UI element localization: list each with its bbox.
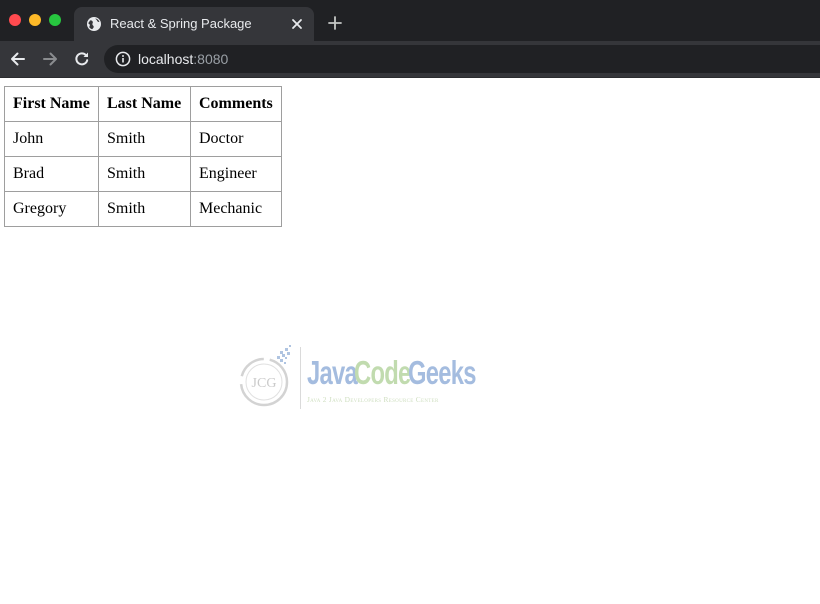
table-row: Gregory Smith Mechanic: [4, 191, 282, 227]
plus-icon[interactable]: [327, 15, 343, 31]
cell-comments: Doctor: [190, 121, 282, 157]
arrow-left-icon[interactable]: [9, 50, 27, 68]
cell-comments: Engineer: [190, 156, 282, 192]
logo-word-java: Java: [307, 354, 358, 391]
logo-word-geeks: Geeks: [408, 354, 476, 391]
url-text[interactable]: localhost:8080: [138, 51, 228, 67]
jcg-monogram-text: JCG: [252, 376, 277, 391]
cell-first-name: Brad: [4, 156, 99, 192]
cell-last-name: Smith: [98, 191, 191, 227]
cell-comments: Mechanic: [190, 191, 282, 227]
cell-last-name: Smith: [98, 156, 191, 192]
tab-title: React & Spring Package: [110, 16, 252, 31]
browser-toolbar: localhost:8080: [0, 41, 820, 77]
globe-icon: [87, 17, 101, 31]
arrow-right-icon[interactable]: [41, 50, 59, 68]
table-header-row: First Name Last Name Comments: [4, 86, 282, 122]
page-content: First Name Last Name Comments John Smith…: [0, 78, 820, 604]
jcg-watermark-logo: JCG Java Code Geeks Java 2 Java Develope…: [236, 343, 481, 418]
logo-divider: [300, 347, 301, 409]
cell-first-name: Gregory: [4, 191, 99, 227]
logo-tagline: Java 2 Java Developers Resource Center: [307, 395, 439, 404]
jcg-monogram-icon: JCG: [239, 345, 291, 407]
window-minimize-button[interactable]: [29, 14, 41, 26]
info-icon[interactable]: [115, 51, 131, 67]
header-last-name: Last Name: [98, 86, 191, 122]
url-host: localhost: [138, 51, 194, 67]
table-row: John Smith Doctor: [4, 121, 282, 157]
browser-titlebar: React & Spring Package: [0, 0, 820, 41]
window-maximize-button[interactable]: [49, 14, 61, 26]
reload-icon[interactable]: [73, 50, 91, 68]
header-comments: Comments: [190, 86, 282, 122]
address-bar[interactable]: localhost:8080: [104, 45, 820, 73]
cell-first-name: John: [4, 121, 99, 157]
url-port: :8080: [193, 51, 229, 67]
logo-word-code: Code: [354, 354, 411, 391]
people-table: First Name Last Name Comments John Smith…: [4, 86, 282, 227]
window-close-button[interactable]: [9, 14, 21, 26]
cell-last-name: Smith: [98, 121, 191, 157]
table-row: Brad Smith Engineer: [4, 156, 282, 192]
close-icon[interactable]: [290, 17, 304, 31]
browser-tab-active[interactable]: React & Spring Package: [74, 7, 314, 41]
header-first-name: First Name: [4, 86, 99, 122]
